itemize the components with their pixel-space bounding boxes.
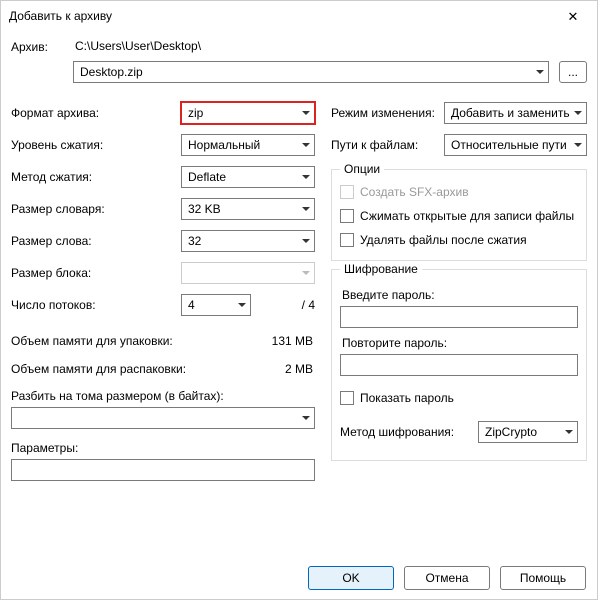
mem-pack-value: 131 MB [272, 334, 315, 348]
chevron-down-icon [536, 70, 544, 74]
chevron-down-icon [574, 111, 582, 115]
password2-label: Повторите пароль: [342, 336, 578, 350]
sfx-checkbox-row: Создать SFX-архив [340, 180, 578, 204]
dictionary-value: 32 KB [188, 202, 221, 216]
dictionary-label: Размер словаря: [11, 202, 181, 216]
left-column: Формат архива: zip Уровень сжатия: Норма… [11, 97, 315, 481]
archive-filename-select[interactable]: Desktop.zip [73, 61, 549, 83]
password-label: Введите пароль: [342, 288, 578, 302]
delete-after-label: Удалять файлы после сжатия [360, 233, 527, 247]
sfx-checkbox [340, 185, 354, 199]
chevron-down-icon [302, 207, 310, 211]
update-mode-select[interactable]: Добавить и заменить [444, 102, 587, 124]
archive-filename-value: Desktop.zip [80, 65, 143, 79]
paths-value: Относительные пути [451, 138, 567, 152]
archive-path: C:\Users\User\Desktop\ [73, 39, 201, 55]
encryption-legend: Шифрование [340, 262, 422, 276]
method-value: Deflate [188, 170, 226, 184]
show-password-row[interactable]: Показать пароль [340, 386, 578, 410]
close-button[interactable]: ✕ [551, 2, 595, 30]
titlebar: Добавить к архиву ✕ [1, 1, 597, 31]
threads-label: Число потоков: [11, 298, 181, 312]
options-legend: Опции [340, 162, 384, 176]
format-label: Формат архива: [11, 106, 181, 120]
word-select[interactable]: 32 [181, 230, 315, 252]
split-label: Разбить на тома размером (в байтах): [11, 389, 315, 403]
show-password-checkbox[interactable] [340, 391, 354, 405]
archive-label: Архив: [11, 40, 73, 54]
paths-select[interactable]: Относительные пути [444, 134, 587, 156]
mem-unpack-label: Объем памяти для распаковки: [11, 362, 285, 376]
enc-method-value: ZipCrypto [485, 425, 537, 439]
params-label: Параметры: [11, 441, 315, 455]
enc-method-select[interactable]: ZipCrypto [478, 421, 578, 443]
threads-total: / 4 [251, 298, 315, 312]
encryption-group: Шифрование Введите пароль: Повторите пар… [331, 269, 587, 461]
sfx-label: Создать SFX-архив [360, 185, 469, 199]
block-label: Размер блока: [11, 266, 181, 280]
format-value: zip [188, 106, 203, 120]
right-column: Режим изменения: Добавить и заменить Пут… [331, 97, 587, 481]
compress-open-checkbox[interactable] [340, 209, 354, 223]
chevron-down-icon [574, 143, 582, 147]
paths-label: Пути к файлам: [331, 138, 436, 152]
ok-button[interactable]: OK [308, 566, 394, 590]
threads-select[interactable]: 4 [181, 294, 251, 316]
chevron-down-icon [302, 143, 310, 147]
chevron-down-icon [302, 175, 310, 179]
update-mode-label: Режим изменения: [331, 106, 436, 120]
dictionary-select[interactable]: 32 KB [181, 198, 315, 220]
options-group: Опции Создать SFX-архив Сжимать открытые… [331, 169, 587, 261]
cancel-button[interactable]: Отмена [404, 566, 490, 590]
password2-input[interactable] [340, 354, 578, 376]
block-select [181, 262, 315, 284]
level-value: Нормальный [188, 138, 260, 152]
cancel-label: Отмена [425, 571, 468, 585]
password-input[interactable] [340, 306, 578, 328]
enc-method-label: Метод шифрования: [340, 425, 470, 439]
word-value: 32 [188, 234, 201, 248]
word-label: Размер слова: [11, 234, 181, 248]
mem-unpack-value: 2 MB [285, 362, 315, 376]
params-input[interactable] [11, 459, 315, 481]
delete-after-checkbox-row[interactable]: Удалять файлы после сжатия [340, 228, 578, 252]
method-label: Метод сжатия: [11, 170, 181, 184]
window-title: Добавить к архиву [9, 9, 112, 23]
close-icon: ✕ [568, 10, 579, 23]
chevron-down-icon [302, 111, 310, 115]
ok-label: OK [342, 571, 359, 585]
compress-open-checkbox-row[interactable]: Сжимать открытые для записи файлы [340, 204, 578, 228]
level-label: Уровень сжатия: [11, 138, 181, 152]
update-mode-value: Добавить и заменить [451, 106, 570, 120]
show-password-label: Показать пароль [360, 391, 454, 405]
compress-open-label: Сжимать открытые для записи файлы [360, 209, 574, 223]
chevron-down-icon [302, 416, 310, 420]
help-button[interactable]: Помощь [500, 566, 586, 590]
chevron-down-icon [302, 271, 310, 275]
chevron-down-icon [565, 430, 573, 434]
browse-button[interactable]: ... [559, 61, 587, 83]
delete-after-checkbox[interactable] [340, 233, 354, 247]
ellipsis-icon: ... [568, 65, 578, 79]
threads-value: 4 [188, 298, 195, 312]
format-select[interactable]: zip [181, 102, 315, 124]
help-label: Помощь [520, 571, 566, 585]
chevron-down-icon [238, 303, 246, 307]
footer-buttons: OK Отмена Помощь [308, 566, 586, 590]
split-select[interactable] [11, 407, 315, 429]
method-select[interactable]: Deflate [181, 166, 315, 188]
chevron-down-icon [302, 239, 310, 243]
mem-pack-label: Объем памяти для упаковки: [11, 334, 272, 348]
level-select[interactable]: Нормальный [181, 134, 315, 156]
